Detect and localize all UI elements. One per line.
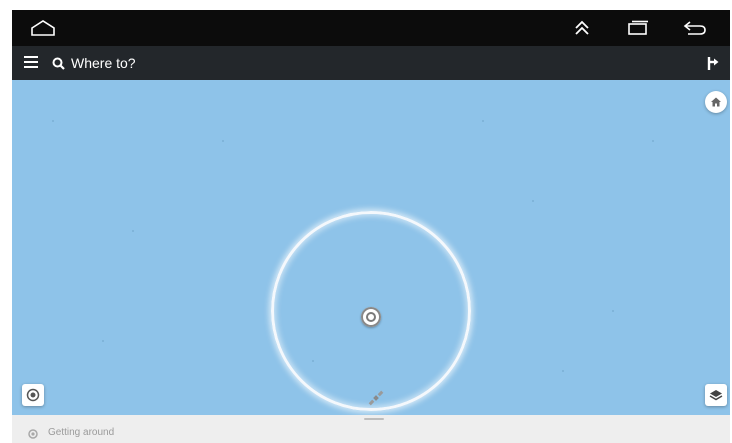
hamburger-menu-icon[interactable]: [24, 56, 38, 70]
sheet-drag-handle[interactable]: [364, 418, 384, 420]
double-chevron-up-icon[interactable]: [572, 19, 592, 37]
recent-apps-icon[interactable]: [626, 20, 650, 36]
directions-icon[interactable]: [704, 54, 722, 72]
satellite-icon: [368, 390, 384, 406]
bottom-sheet[interactable]: Getting around: [12, 415, 730, 443]
app-screen: Where to? Getting around: [12, 10, 730, 443]
home-button[interactable]: [705, 91, 727, 113]
search-input[interactable]: Where to?: [52, 52, 252, 74]
search-toolbar: Where to?: [12, 46, 730, 80]
system-bar: [12, 10, 730, 46]
search-placeholder: Where to?: [71, 55, 136, 71]
status-text: Getting around: [48, 427, 115, 438]
search-icon: [52, 57, 65, 70]
layers-icon: [709, 390, 723, 401]
map-view[interactable]: [12, 80, 730, 415]
my-location-icon: [26, 388, 40, 402]
back-arrow-icon[interactable]: [682, 19, 708, 37]
current-location-marker: [361, 307, 381, 327]
layers-button[interactable]: [705, 384, 727, 406]
home-outline-icon[interactable]: [30, 18, 56, 38]
location-pin-icon: [28, 429, 38, 439]
home-icon: [711, 97, 721, 107]
device-frame: Where to? Getting around: [0, 0, 732, 443]
my-location-button[interactable]: [22, 384, 44, 406]
